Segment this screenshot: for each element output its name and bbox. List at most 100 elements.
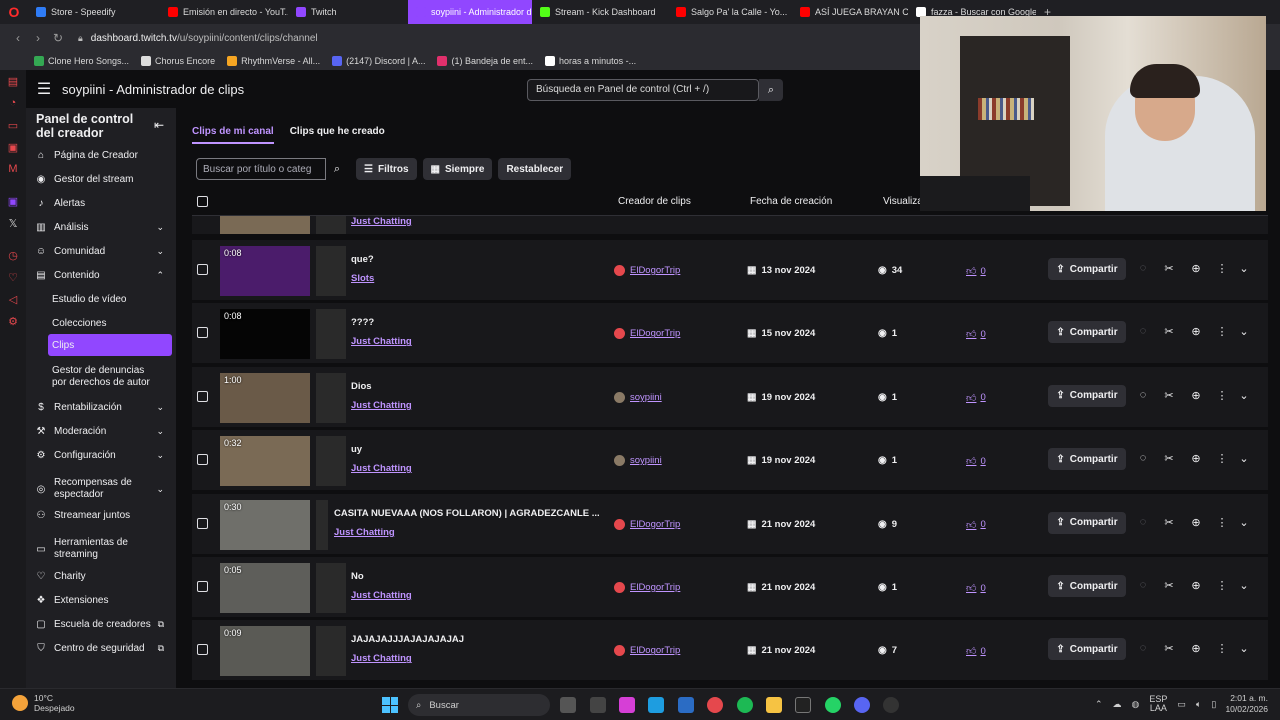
clip-likes[interactable]: 👍︎ 0 — [966, 519, 986, 531]
sidebar-item[interactable]: ▢ Escuela de creadores ⧉ — [34, 615, 172, 633]
more-options-icon[interactable]: ⋮ — [1215, 452, 1229, 465]
clip-category[interactable]: Just Chatting — [334, 527, 395, 538]
sidebar-item[interactable]: Gestor de denuncias por derechos de auto… — [52, 364, 172, 390]
share-button[interactable]: ⇪ Compartir — [1048, 258, 1126, 280]
sync-icon[interactable]: ◌ — [1136, 262, 1150, 274]
chevron-up-icon[interactable]: ⌃ — [1095, 699, 1103, 710]
volume-icon[interactable]: 🔈︎ — [1196, 699, 1201, 710]
clip-creator[interactable]: ElDogorTrip — [614, 518, 680, 530]
row-checkbox[interactable] — [197, 644, 208, 656]
clip-thumbnail[interactable] — [220, 216, 310, 234]
clip-thumbnail[interactable]: 1:00 — [220, 372, 310, 423]
network-icon[interactable]: ▭ — [1177, 699, 1186, 710]
clip-creator[interactable]: ElDogorTrip — [614, 582, 680, 593]
cloud-icon[interactable]: ☁ — [1113, 699, 1122, 710]
settings-icon[interactable]: ⚙ — [0, 310, 26, 332]
twitch-icon[interactable]: ▣ — [0, 190, 26, 212]
share-button[interactable]: ⇪ Compartir — [1048, 575, 1126, 597]
sidebar-item[interactable]: ▥ Análisis ⌄ — [34, 218, 172, 236]
heart-icon[interactable]: ♡ — [0, 266, 26, 288]
browser-tab[interactable]: Salgo Pa' la Calle - Yo... — [668, 0, 792, 24]
expand-row-icon[interactable]: ⌄ — [1237, 262, 1251, 275]
sidebar-item[interactable]: ♡ Charity — [34, 567, 172, 585]
messenger-icon[interactable]: ▣ — [0, 136, 26, 158]
bookmark-item[interactable]: (2147) Discord | A... — [332, 56, 425, 66]
browser-tab[interactable]: Store - Speedify — [28, 0, 160, 24]
tray-app-icon[interactable]: ◍ — [1132, 699, 1140, 710]
clip-category[interactable]: Slots — [351, 273, 374, 284]
sidebar-item[interactable]: ⚙ Configuración ⌄ — [34, 446, 172, 464]
edit-clip-icon[interactable]: ✂ — [1162, 452, 1176, 465]
file-explorer-icon[interactable] — [766, 697, 782, 713]
expand-row-icon[interactable]: ⌄ — [1237, 516, 1251, 529]
sidebar-item[interactable]: ◎ Recompensas de espectador ⌄ — [34, 476, 172, 502]
clip-thumbnail[interactable]: 0:08 — [220, 309, 310, 360]
clip-thumbnail[interactable]: 0:30 — [220, 499, 310, 550]
clip-creator[interactable]: ElDogorTrip — [614, 645, 680, 657]
wallet-icon[interactable]: ▭ — [0, 114, 26, 136]
clip-title[interactable]: uy — [351, 444, 362, 455]
browser-tab[interactable]: Emisión en directo - YouT... — [160, 0, 288, 24]
sidebar-item[interactable]: Clips — [48, 334, 172, 356]
clip-likes[interactable]: 👍︎ 0 — [966, 392, 986, 404]
url-field[interactable]: 🔒︎ dashboard.twitch.tv/u/soypiini/conten… — [78, 33, 318, 44]
row-checkbox[interactable] — [197, 390, 208, 402]
add-to-collection-icon[interactable]: ⊕ — [1189, 579, 1203, 592]
clip-category[interactable]: Just Chatting — [351, 336, 412, 347]
sidebar-item[interactable]: Colecciones — [52, 314, 172, 332]
share-button[interactable]: ⇪ Compartir — [1048, 638, 1126, 661]
add-to-collection-icon[interactable]: ⊕ — [1189, 516, 1203, 529]
filter-chip[interactable]: ☰ Filtros — [356, 158, 417, 180]
filter-chip[interactable]: Restablecer — [498, 158, 572, 180]
row-checkbox[interactable] — [197, 264, 208, 275]
reload-icon[interactable]: ↻ — [48, 31, 68, 45]
sync-icon[interactable]: ◌ — [1136, 642, 1150, 654]
taskbar-search[interactable]: ⌕ Buscar — [408, 694, 550, 716]
dashboard-search-input[interactable]: Búsqueda en Panel de control (Ctrl + /) — [527, 79, 759, 101]
opera-taskbar-icon[interactable] — [707, 697, 723, 713]
bookmark-item[interactable]: Clone Hero Songs... — [34, 56, 129, 66]
share-button[interactable]: ⇪ Compartir — [1048, 448, 1126, 471]
expand-row-icon[interactable]: ⌄ — [1237, 642, 1251, 655]
more-options-icon[interactable]: ⋮ — [1215, 516, 1229, 529]
select-all-checkbox[interactable] — [197, 196, 208, 207]
sidebar-item[interactable]: ◉ Gestor del stream — [34, 170, 172, 188]
sidebar-item[interactable]: ⚇ Streamear juntos — [34, 506, 172, 524]
clip-creator[interactable]: ElDogorTrip — [614, 328, 680, 340]
clip-likes[interactable]: 👍︎ 0 — [966, 328, 986, 341]
sync-icon[interactable]: ◌ — [1136, 452, 1150, 464]
collapse-sidebar-icon[interactable]: ⇤ — [154, 118, 164, 132]
sidebar-item[interactable]: ❖ Extensiones — [34, 591, 172, 609]
x-icon[interactable]: 𝕏 — [0, 212, 26, 234]
add-to-collection-icon[interactable]: ⊕ — [1189, 452, 1203, 465]
add-to-collection-icon[interactable]: ⊕ — [1189, 389, 1203, 402]
row-checkbox[interactable] — [197, 454, 208, 466]
menu-icon[interactable]: ☰ — [26, 79, 62, 99]
copilot-icon[interactable] — [619, 697, 635, 713]
browser-tab[interactable]: ASÍ JUEGA BRAYAN CEBA... — [792, 0, 908, 24]
speed-dial-icon[interactable]: ▤ — [0, 70, 26, 92]
clip-thumbnail[interactable]: 0:08 — [220, 246, 310, 296]
sidebar-item[interactable]: Estudio de vídeo — [52, 290, 172, 308]
expand-row-icon[interactable]: ⌄ — [1237, 325, 1251, 338]
battery-icon[interactable]: ▯ — [1211, 699, 1216, 710]
whatsapp-icon[interactable] — [825, 697, 841, 713]
back-icon[interactable]: ‹ — [8, 31, 28, 45]
clip-likes[interactable]: 👍︎ 0 — [966, 265, 986, 278]
sidebar-item[interactable]: $ Rentabilización ⌄ — [34, 398, 172, 416]
tab-clips-i-created[interactable]: Clips que he creado — [290, 126, 385, 144]
sidebar-item[interactable]: ♪ Alertas — [34, 194, 172, 212]
edit-clip-icon[interactable]: ✂ — [1162, 389, 1176, 402]
more-options-icon[interactable]: ⋮ — [1215, 642, 1229, 655]
clip-title[interactable]: JAJAJAJJJAJAJAJAJAJ — [351, 634, 464, 645]
sync-icon[interactable]: ◌ — [1136, 516, 1150, 528]
clip-likes[interactable]: 👍︎ 0 — [966, 582, 986, 595]
language-indicator[interactable]: ESP LAA — [1149, 695, 1167, 713]
bookmark-item[interactable]: RhythmVerse - All... — [227, 56, 320, 66]
sidebar-item[interactable]: ⛉ Centro de seguridad ⧉ — [34, 639, 172, 657]
browser-tab[interactable]: Stream - Kick Dashboard — [532, 0, 668, 24]
expand-row-icon[interactable]: ⌄ — [1237, 579, 1251, 592]
search-icon[interactable]: ⌕ — [759, 79, 783, 101]
expand-row-icon[interactable]: ⌄ — [1237, 389, 1251, 402]
clip-category[interactable]: Just Chatting — [351, 653, 412, 664]
